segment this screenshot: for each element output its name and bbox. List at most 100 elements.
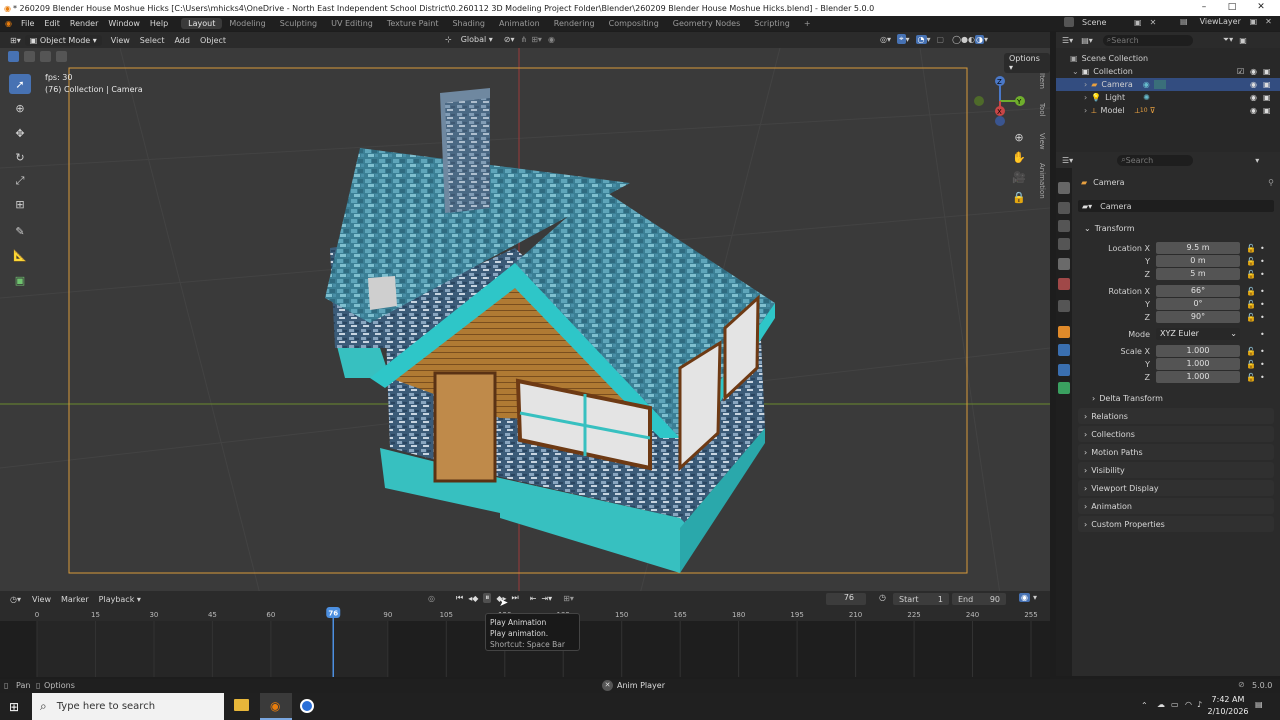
sidebar-tab-item[interactable]: Item: [1038, 73, 1046, 89]
lock-icon[interactable]: 🔓: [1246, 300, 1256, 309]
outliner-item-model[interactable]: › ⟂ Model ⟂ 10 ⊽ ◉ ▣: [1056, 104, 1280, 117]
remove-scene-icon[interactable]: ✕: [1150, 18, 1157, 27]
outliner-item-light[interactable]: › 💡 Light ✺ ◉ ▣: [1056, 91, 1280, 104]
data-tab-icon[interactable]: [1058, 382, 1070, 394]
lock-camera-icon[interactable]: 🔒: [1010, 188, 1028, 206]
select-subtract-icon[interactable]: [40, 51, 51, 62]
object-name-field[interactable]: ▰▾ Camera: [1078, 200, 1274, 212]
keyframe-dot-icon[interactable]: •: [1260, 313, 1265, 322]
properties-options-icon[interactable]: ▾: [1255, 156, 1259, 165]
physics-tab-icon[interactable]: [1058, 344, 1070, 356]
render-camera-icon[interactable]: ▣: [1263, 106, 1271, 115]
collection-tab-icon[interactable]: [1058, 300, 1070, 312]
overlays-dropdown-icon[interactable]: ▾: [927, 35, 931, 44]
overlays-toggle-icon[interactable]: ◔: [915, 34, 927, 44]
material-shading-icon[interactable]: ◐: [968, 35, 975, 44]
add-workspace-button[interactable]: +: [797, 19, 818, 28]
constraints-tab-icon[interactable]: [1058, 364, 1070, 376]
cursor-tool-button[interactable]: ⊕: [9, 98, 31, 118]
visibility-eye-icon[interactable]: ◉: [1250, 67, 1257, 76]
pivot-icon[interactable]: ⊘▾: [504, 35, 515, 44]
app-taskbar-icon[interactable]: [300, 699, 314, 713]
workspace-tab-texture-paint[interactable]: Texture Paint: [380, 19, 446, 28]
start-frame-field[interactable]: Start 1: [893, 593, 949, 605]
timeline-options-icon[interactable]: ◉: [1019, 593, 1030, 602]
timeline-view-menu[interactable]: View: [27, 594, 56, 605]
move-tool-button[interactable]: ✥: [9, 123, 31, 143]
animation-panel-header[interactable]: › Animation: [1078, 498, 1274, 514]
workspace-tab-modeling[interactable]: Modeling: [222, 19, 272, 28]
location-x-field[interactable]: 9.5 m: [1156, 242, 1240, 254]
visibility-eye-icon[interactable]: ◉: [1250, 93, 1257, 102]
filter-icon[interactable]: ⏷▾: [1223, 35, 1233, 45]
rotation-mode-dropdown[interactable]: XYZ Euler ⌄: [1156, 328, 1240, 340]
transform-panel-header[interactable]: ⌄ Transform: [1078, 220, 1274, 236]
scale-y-field[interactable]: 1.000: [1156, 358, 1240, 370]
end-frame-field[interactable]: End 90: [952, 593, 1006, 605]
snap-icon[interactable]: ⋔: [521, 35, 528, 44]
taskbar-search-box[interactable]: ⌕ Type here to search: [32, 693, 224, 720]
visibility-eye-icon[interactable]: ◉: [1250, 106, 1257, 115]
workspace-tab-compositing[interactable]: Compositing: [602, 19, 666, 28]
rotation-y-field[interactable]: 0°: [1156, 298, 1240, 310]
lock-icon[interactable]: 🔓: [1246, 360, 1256, 369]
collections-panel-header[interactable]: › Collections: [1078, 426, 1274, 442]
scale-z-field[interactable]: 1.000: [1156, 371, 1240, 383]
new-collection-icon[interactable]: ▣: [1239, 36, 1247, 45]
workspace-tab-rendering[interactable]: Rendering: [547, 19, 602, 28]
scene-selector[interactable]: Scene ▣ ✕: [1062, 17, 1156, 27]
maximize-button[interactable]: □: [1218, 0, 1246, 16]
menu-edit[interactable]: Edit: [39, 19, 65, 28]
world-tab-icon[interactable]: [1058, 278, 1070, 290]
jump-to-keyframe-back-icon[interactable]: ◂◆: [468, 594, 478, 603]
location-z-field[interactable]: 5 m: [1156, 268, 1240, 280]
workspace-tab-uv-editing[interactable]: UV Editing: [324, 19, 380, 28]
render-camera-icon[interactable]: ▣: [1263, 80, 1271, 89]
visibility-panel-header[interactable]: › Visibility: [1078, 462, 1274, 478]
playback-menu[interactable]: Playback ▾: [94, 594, 146, 605]
clock-date[interactable]: 2/10/2026: [1204, 707, 1252, 716]
keyframe-dot-icon[interactable]: •: [1260, 360, 1265, 369]
zoom-icon[interactable]: ⊕: [1010, 128, 1028, 146]
properties-editor-icon[interactable]: ☰▾: [1062, 156, 1073, 165]
proportional-edit-icon[interactable]: ◉: [548, 35, 555, 44]
snap-target-icon[interactable]: ⊞▾: [531, 35, 542, 44]
keyframe-dot-icon[interactable]: •: [1260, 373, 1265, 382]
output-tab-icon[interactable]: [1058, 220, 1070, 232]
display-mode-icon[interactable]: ▤▾: [1081, 36, 1093, 45]
volume-icon[interactable]: ♪: [1197, 700, 1202, 709]
gizmo-toggle-icon[interactable]: ⌖: [897, 34, 906, 44]
orientation-dropdown[interactable]: Global ▾: [456, 34, 498, 45]
render-camera-icon[interactable]: ▣: [1263, 93, 1271, 102]
add-menu[interactable]: Add: [169, 35, 195, 46]
new-scene-icon[interactable]: ▣: [1134, 18, 1142, 27]
add-cube-tool-button[interactable]: ▣: [9, 270, 31, 290]
jump-to-start-icon[interactable]: ⏮: [456, 593, 463, 603]
select-tool-button[interactable]: ➚: [9, 74, 31, 94]
step-back-icon[interactable]: ⇤: [530, 594, 537, 603]
wifi-icon[interactable]: ◠: [1185, 700, 1192, 709]
lock-icon[interactable]: 🔓: [1246, 313, 1256, 322]
sidebar-tab-view[interactable]: View: [1038, 133, 1046, 150]
properties-search-field[interactable]: ⌕ Search: [1117, 154, 1194, 166]
select-menu[interactable]: Select: [135, 35, 170, 46]
lock-icon[interactable]: 🔓: [1246, 373, 1256, 382]
workspace-tab-geometry-nodes[interactable]: Geometry Nodes: [666, 19, 747, 28]
expand-arrow-icon[interactable]: ›: [1084, 106, 1087, 115]
camera-view-icon[interactable]: 🎥: [1010, 168, 1028, 186]
motion-paths-panel-header[interactable]: › Motion Paths: [1078, 444, 1274, 460]
keyframe-dot-icon[interactable]: •: [1260, 300, 1265, 309]
marker-menu[interactable]: Marker: [56, 594, 94, 605]
view-layer-tab-icon[interactable]: [1058, 238, 1070, 250]
file-explorer-icon[interactable]: [234, 699, 249, 711]
shading-dropdown-icon[interactable]: ▾: [984, 35, 988, 44]
new-view-layer-icon[interactable]: ▣: [1250, 17, 1258, 26]
rendered-shading-icon[interactable]: ◑: [975, 34, 984, 44]
mode-dropdown[interactable]: ▣ Object Mode ▾: [24, 34, 102, 46]
timeline-options-dropdown-icon[interactable]: ▾: [1033, 593, 1037, 602]
navigation-gizmo[interactable]: Z Y X: [970, 73, 1030, 128]
lock-icon[interactable]: 🔓: [1246, 257, 1256, 266]
select-extend-icon[interactable]: [24, 51, 35, 62]
lock-icon[interactable]: 🔓: [1246, 347, 1256, 356]
play-animation-button[interactable]: ⏸: [483, 593, 492, 603]
